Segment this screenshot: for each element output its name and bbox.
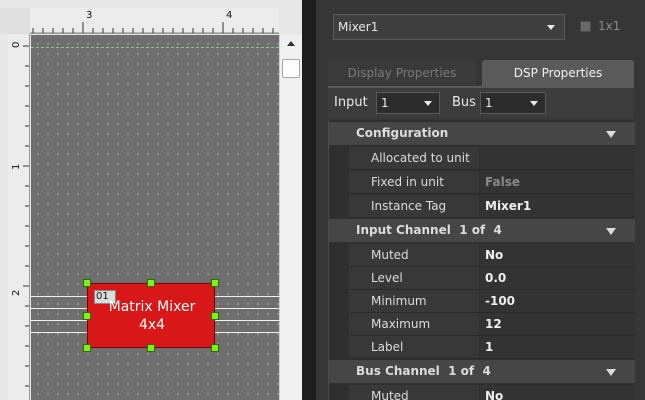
prop-row[interactable]: Fixed in unit False xyxy=(349,171,635,194)
output-wire[interactable] xyxy=(215,296,279,297)
prop-value[interactable]: 1 xyxy=(480,336,635,358)
block-title: Matrix Mixer 4x4 xyxy=(88,298,216,334)
block-title-line2: 4x4 xyxy=(138,317,166,333)
section-configuration[interactable]: Configuration xyxy=(329,122,635,146)
input-select[interactable]: 1 xyxy=(376,92,440,114)
resize-handle-bottom-left[interactable] xyxy=(83,344,91,352)
vertical-scrollbar[interactable] xyxy=(279,35,302,400)
output-wire[interactable] xyxy=(215,320,279,321)
section-title: Configuration xyxy=(356,126,449,140)
prop-value[interactable] xyxy=(480,147,635,169)
resize-handle-top-left[interactable] xyxy=(83,279,91,287)
prop-row[interactable]: Maximum 12 xyxy=(349,313,635,336)
section-bus-channel[interactable]: Bus Channel 1 of 4 xyxy=(329,360,635,384)
ruler-label: 2 xyxy=(11,289,22,296)
design-canvas[interactable]: 3 4 0 1 2 01 Matrix Mixer 4x4 xyxy=(0,0,302,400)
prop-row[interactable]: Allocated to unit xyxy=(349,147,635,170)
prop-value[interactable]: 0.0 xyxy=(480,267,635,289)
input-label: Input xyxy=(334,95,368,110)
section-title: Bus Channel 1 of 4 xyxy=(356,364,491,378)
prop-value[interactable]: False xyxy=(480,171,635,193)
prop-row[interactable]: Label 1 xyxy=(349,336,635,359)
ruler-ticks-vertical xyxy=(23,45,29,387)
collapse-arrow-icon[interactable] xyxy=(606,131,616,138)
resize-handle-top-right[interactable] xyxy=(211,279,219,287)
chevron-down-icon xyxy=(530,101,538,106)
tab-display-properties[interactable]: Display Properties xyxy=(328,60,476,86)
size-checkbox-label: 1x1 xyxy=(598,19,621,33)
prop-name: Allocated to unit xyxy=(349,147,479,169)
size-checkbox[interactable] xyxy=(580,21,591,32)
matrix-mixer-block[interactable]: 01 Matrix Mixer 4x4 xyxy=(87,283,215,348)
ruler-horizontal: 3 4 xyxy=(30,8,279,34)
bus-label: Bus xyxy=(452,95,476,110)
block-title-line1: Matrix Mixer xyxy=(108,299,196,315)
input-wire[interactable] xyxy=(31,308,87,309)
input-wire[interactable] xyxy=(31,296,87,297)
ruler-corner xyxy=(0,8,30,34)
page-margin-guide xyxy=(31,47,279,48)
prop-value[interactable]: 12 xyxy=(480,313,635,335)
property-grid: Configuration Allocated to unit Fixed in… xyxy=(328,120,635,400)
resize-handle-left[interactable] xyxy=(83,312,91,320)
component-select-value: Mixer1 xyxy=(338,20,379,34)
resize-handle-bottom[interactable] xyxy=(147,344,155,352)
bus-select[interactable]: 1 xyxy=(480,92,546,114)
prop-value[interactable]: No xyxy=(480,244,635,266)
section-input-channel[interactable]: Input Channel 1 of 4 xyxy=(329,219,635,243)
output-wire[interactable] xyxy=(215,332,279,333)
input-select-value: 1 xyxy=(381,96,389,110)
collapse-arrow-icon[interactable] xyxy=(606,369,616,376)
tab-dsp-properties[interactable]: DSP Properties xyxy=(482,60,634,86)
prop-row[interactable]: Level 0.0 xyxy=(349,267,635,290)
ruler-label: 3 xyxy=(86,10,93,21)
prop-value[interactable]: No xyxy=(480,385,635,400)
resize-handle-bottom-right[interactable] xyxy=(211,344,219,352)
prop-row[interactable]: Muted No xyxy=(349,244,635,267)
resize-handle-top[interactable] xyxy=(147,279,155,287)
prop-value[interactable]: Mixer1 xyxy=(480,195,635,217)
output-wire[interactable] xyxy=(215,308,279,309)
prop-name: Muted xyxy=(349,244,479,266)
ruler-label: 1 xyxy=(11,163,22,170)
prop-name: Label xyxy=(349,336,479,358)
prop-name: Muted xyxy=(349,385,479,400)
prop-row[interactable]: Muted No xyxy=(349,385,635,400)
ruler-ticks-horizontal xyxy=(30,22,279,34)
chevron-down-icon xyxy=(424,101,432,106)
bus-select-value: 1 xyxy=(485,96,493,110)
properties-panel: Mixer1 1x1 Display Properties DSP Proper… xyxy=(316,0,645,400)
section-title: Input Channel 1 of 4 xyxy=(356,223,502,237)
ruler-label: 4 xyxy=(226,10,233,21)
ruler-label: 0 xyxy=(11,41,22,48)
scroll-up-arrow-icon[interactable] xyxy=(287,41,295,46)
prop-row[interactable]: Minimum -100 xyxy=(349,290,635,313)
input-wire[interactable] xyxy=(31,320,87,321)
prop-name: Instance Tag xyxy=(349,195,479,217)
panel-splitter[interactable] xyxy=(302,0,316,400)
prop-row[interactable]: Instance Tag Mixer1 xyxy=(349,195,635,218)
channel-selector-row: Input 1 Bus 1 xyxy=(328,88,634,118)
component-select[interactable]: Mixer1 xyxy=(333,14,565,40)
prop-name: Level xyxy=(349,267,479,289)
app-root: 3 4 0 1 2 01 Matrix Mixer 4x4 Mixer1 1x1… xyxy=(0,0,645,400)
input-wire[interactable] xyxy=(31,332,87,333)
scrollbar-thumb[interactable] xyxy=(282,59,300,78)
prop-value[interactable]: -100 xyxy=(480,290,635,312)
ruler-vertical: 0 1 2 xyxy=(8,34,30,400)
prop-name: Fixed in unit xyxy=(349,171,479,193)
chevron-down-icon xyxy=(547,25,555,30)
collapse-arrow-icon[interactable] xyxy=(606,228,616,235)
prop-name: Maximum xyxy=(349,313,479,335)
prop-name: Minimum xyxy=(349,290,479,312)
resize-handle-right[interactable] xyxy=(211,312,219,320)
